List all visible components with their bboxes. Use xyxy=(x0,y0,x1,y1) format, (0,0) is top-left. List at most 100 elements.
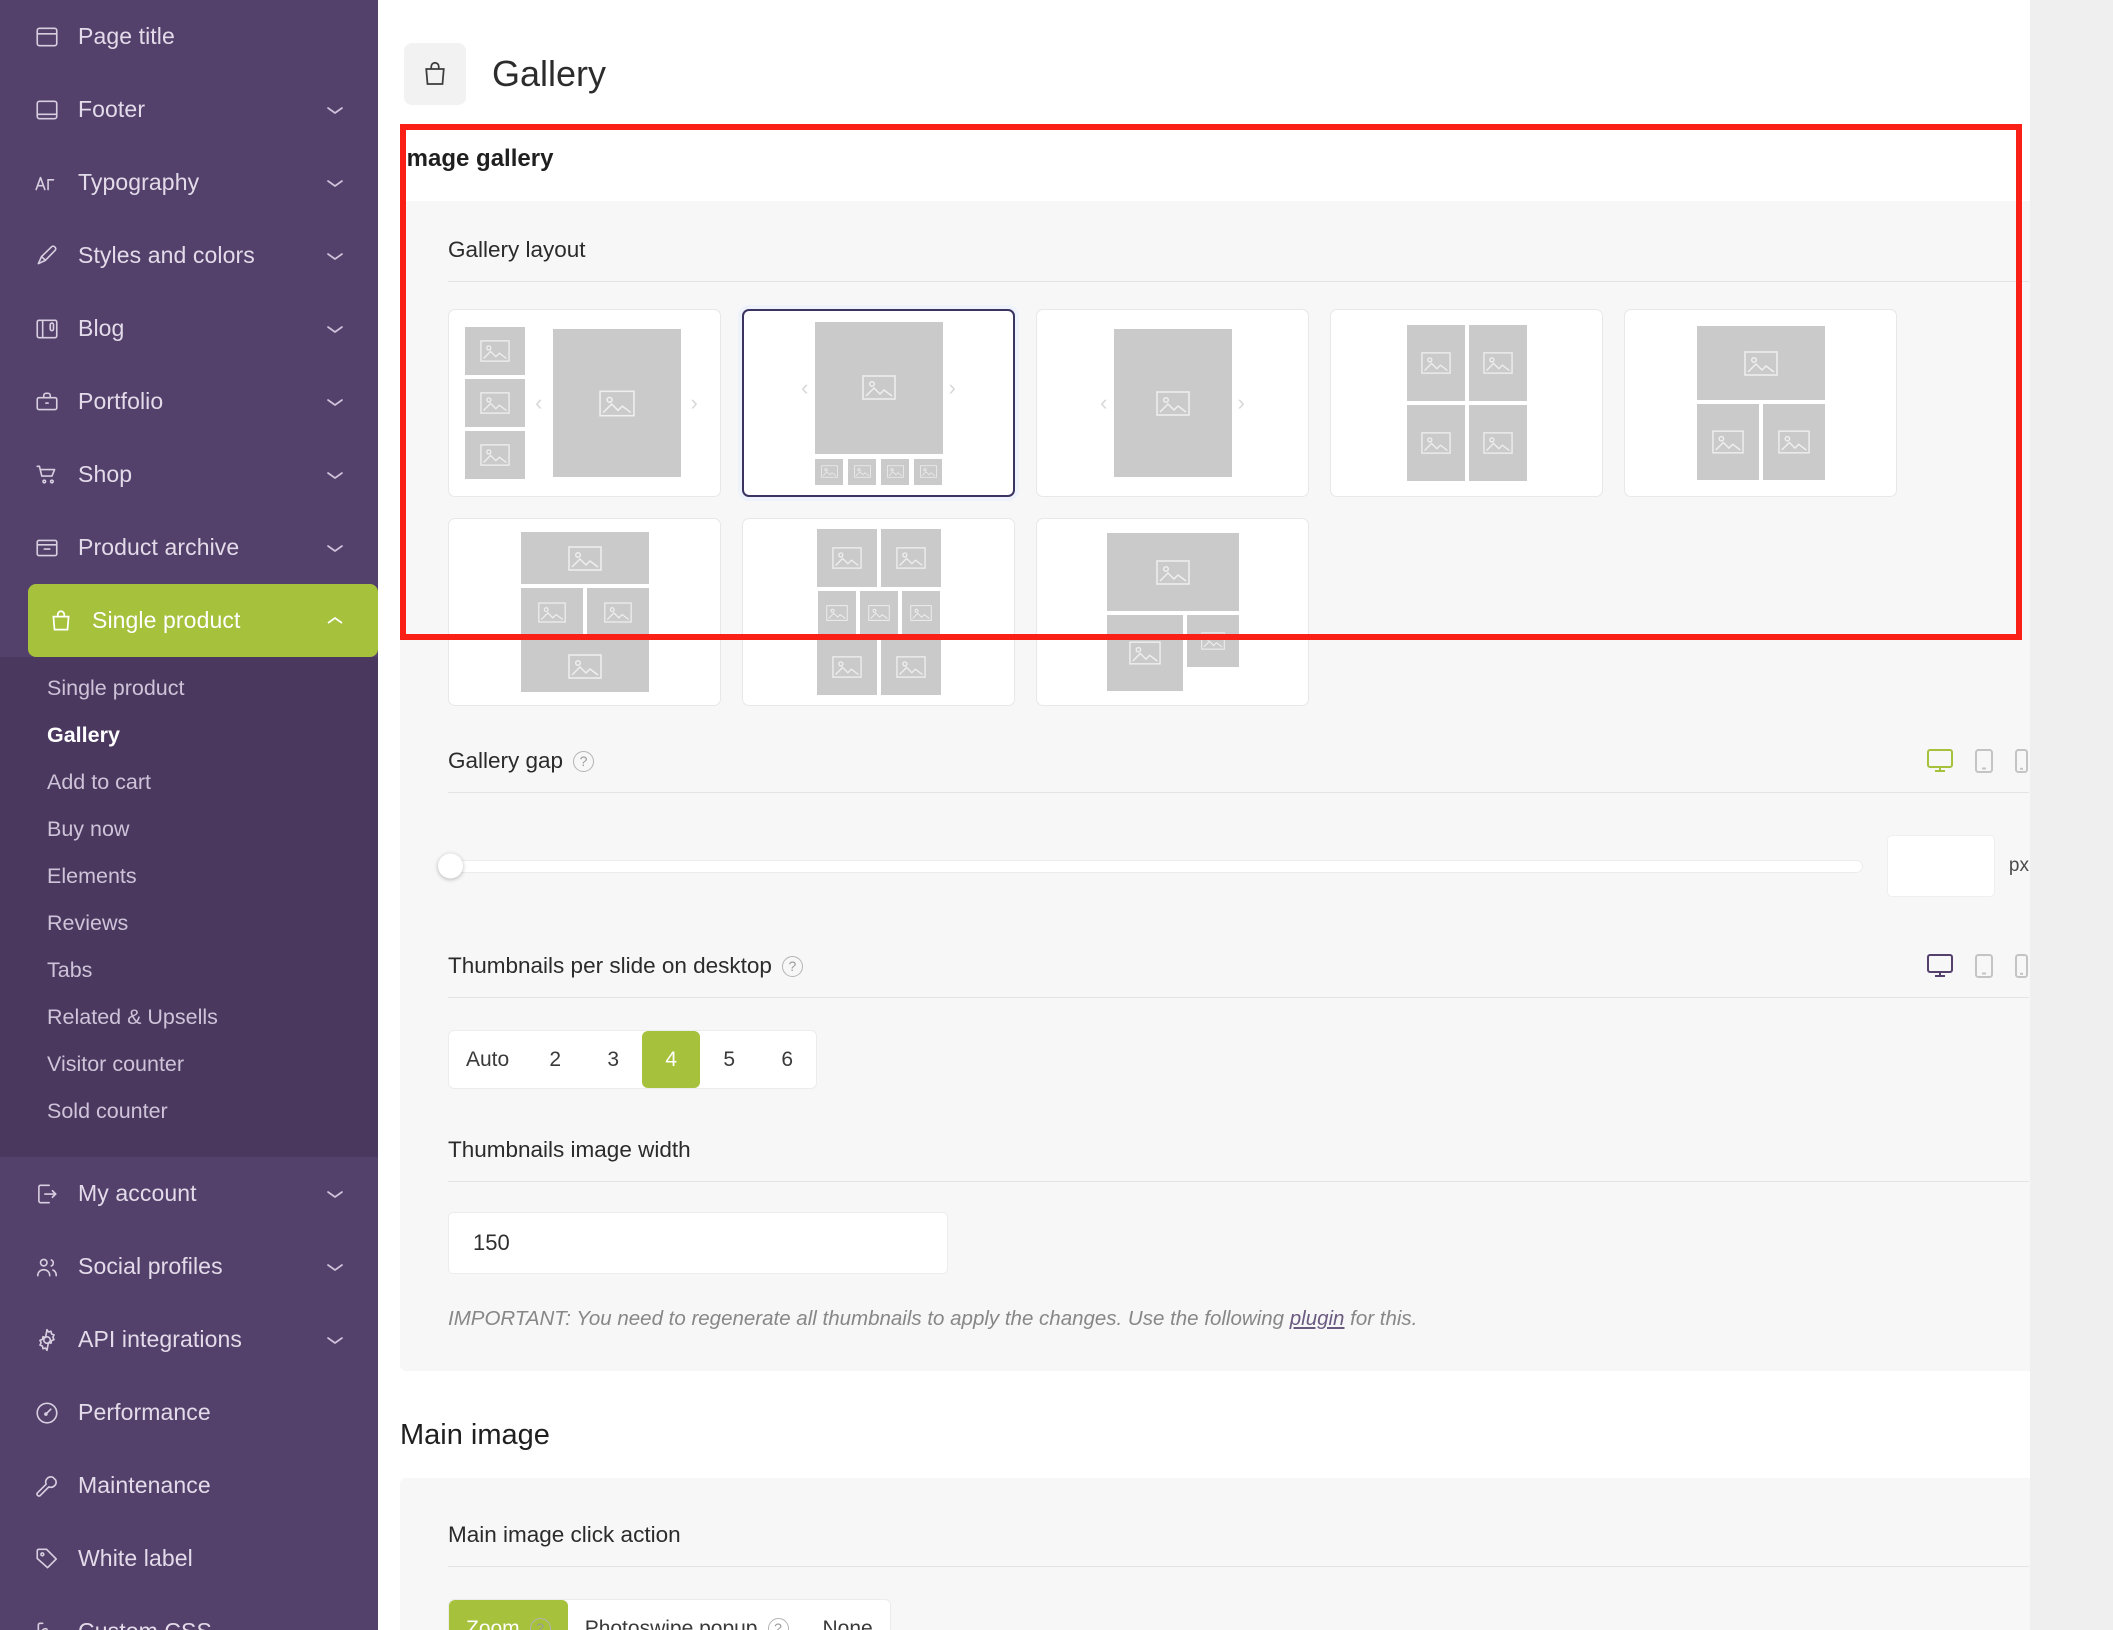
slider-handle[interactable] xyxy=(438,854,463,879)
tablet-icon[interactable] xyxy=(1974,953,1994,979)
sidebar-item-my-account[interactable]: My account xyxy=(0,1157,378,1230)
mobile-icon[interactable] xyxy=(2014,748,2029,774)
thumbnails-per-slide-text: Thumbnails per slide on desktop xyxy=(448,953,772,979)
sidebar-item-white-label[interactable]: White label xyxy=(0,1522,378,1595)
note-text-after: for this. xyxy=(1344,1307,1417,1330)
sidebar-subitem-gallery[interactable]: Gallery xyxy=(0,712,378,759)
layout-thumb-image xyxy=(881,529,941,587)
chevron-down-icon[interactable] xyxy=(325,1188,345,1200)
sidebar-subitem-sold-counter[interactable]: Sold counter xyxy=(0,1088,378,1135)
image-gallery-card: Gallery layout ‹›‹›‹› Gallery gap ? px xyxy=(400,201,2077,1371)
chevron-down-icon[interactable] xyxy=(325,177,345,189)
plugin-link[interactable]: plugin xyxy=(1290,1307,1345,1330)
sidebar-subitem-label: Single product xyxy=(47,676,184,701)
brush-icon xyxy=(34,243,64,269)
help-icon[interactable]: ? xyxy=(530,1618,551,1630)
chevron-down-icon[interactable] xyxy=(325,469,345,481)
tablet-icon[interactable] xyxy=(1974,748,1994,774)
gallery-gap-slider[interactable] xyxy=(448,860,1863,873)
main-image-click-action-label: Main image click action xyxy=(448,1522,681,1548)
sidebar-item-product-archive[interactable]: Product archive xyxy=(0,511,378,584)
help-icon[interactable]: ? xyxy=(768,1618,789,1630)
main-image-click-action-option-photoswipe-popup[interactable]: Photoswipe popup? xyxy=(568,1600,806,1630)
layout-thumb-image xyxy=(1763,404,1825,480)
layout-thumb-image xyxy=(1107,533,1239,611)
sidebar-item-footer[interactable]: Footer xyxy=(0,73,378,146)
sidebar-item-blog[interactable]: Blog xyxy=(0,292,378,365)
gallery-layout-option-thumbnails-left-vertical[interactable]: ‹› xyxy=(448,309,721,497)
chevron-down-icon[interactable] xyxy=(325,396,345,408)
sidebar-subitem-reviews[interactable]: Reviews xyxy=(0,900,378,947)
sidebar-subitem-single-product[interactable]: Single product xyxy=(0,665,378,712)
chevron-down-icon[interactable] xyxy=(325,250,345,262)
sidebar-item-performance[interactable]: Performance xyxy=(0,1376,378,1449)
thumbnails-per-slide-option-6[interactable]: 6 xyxy=(758,1031,816,1088)
sidebar-subitem-label: Reviews xyxy=(47,911,128,936)
thumbnails-image-width-input[interactable]: 150 xyxy=(448,1212,948,1274)
sidebar-item-portfolio[interactable]: Portfolio xyxy=(0,365,378,438)
main-image-card: Main image click action Zoom?Photoswipe … xyxy=(400,1478,2077,1630)
help-icon[interactable]: ? xyxy=(573,751,594,772)
sidebar-item-shop[interactable]: Shop xyxy=(0,438,378,511)
gallery-layout-option-thumbnails-below-horizontal[interactable]: ‹› xyxy=(742,309,1015,497)
chevron-down-icon[interactable] xyxy=(325,104,345,116)
layout-thumb-image xyxy=(1187,615,1239,667)
chevron-down-icon[interactable] xyxy=(325,542,345,554)
gallery-layout-option-grid-two-by-two[interactable] xyxy=(1330,309,1603,497)
thumbnails-per-slide-option-auto[interactable]: Auto xyxy=(449,1031,526,1088)
sidebar-item-styles-and-colors[interactable]: Styles and colors xyxy=(0,219,378,292)
sidebar-item-label: Footer xyxy=(78,96,325,123)
main-image-click-action-option-none[interactable]: None xyxy=(806,1600,890,1630)
sidebar-subitem-label: Add to cart xyxy=(47,770,151,795)
sidebar-subitem-tabs[interactable]: Tabs xyxy=(0,947,378,994)
main-image-click-action-option-zoom[interactable]: Zoom? xyxy=(449,1600,568,1630)
wrench-icon xyxy=(34,1473,64,1499)
desktop-icon[interactable] xyxy=(1926,953,1954,979)
gallery-layout-option-wide-top-two-uneven[interactable] xyxy=(1036,518,1309,706)
sidebar-item-label: Performance xyxy=(78,1399,325,1426)
thumbnails-per-slide-option-4[interactable]: 4 xyxy=(642,1031,700,1088)
layout-thumb-image xyxy=(521,532,649,584)
gear-icon xyxy=(34,1327,64,1353)
gallery-layout-option-one-top-two-bottom[interactable] xyxy=(1624,309,1897,497)
sidebar-item-typography[interactable]: Typography xyxy=(0,146,378,219)
archive-icon xyxy=(34,535,64,561)
portfolio-icon xyxy=(34,389,64,415)
sidebar-item-page-title[interactable]: Page title xyxy=(0,0,378,73)
mobile-icon[interactable] xyxy=(2014,953,2029,979)
sidebar-subitem-label: Visitor counter xyxy=(47,1052,184,1077)
sidebar-subitem-related-upsells[interactable]: Related & Upsells xyxy=(0,994,378,1041)
thumbnails-per-slide-option-5[interactable]: 5 xyxy=(700,1031,758,1088)
segment-label: Zoom xyxy=(466,1617,520,1630)
sidebar-item-api-integrations[interactable]: API integrations xyxy=(0,1303,378,1376)
help-icon[interactable]: ? xyxy=(782,956,803,977)
prev-arrow-icon: ‹ xyxy=(1094,392,1113,414)
gallery-gap-text: Gallery gap xyxy=(448,748,563,774)
sidebar-subitem-visitor-counter[interactable]: Visitor counter xyxy=(0,1041,378,1088)
gallery-layout-option-stacked-wide-split[interactable] xyxy=(448,518,721,706)
thumbnails-per-slide-option-2[interactable]: 2 xyxy=(526,1031,584,1088)
desktop-icon[interactable] xyxy=(1926,748,1954,774)
layout-thumb-image xyxy=(817,639,877,695)
sidebar-group-single-product[interactable]: Single product xyxy=(28,584,378,657)
sidebar-item-social-profiles[interactable]: Social profiles xyxy=(0,1230,378,1303)
chevron-down-icon[interactable] xyxy=(325,1261,345,1273)
sidebar-subitem-elements[interactable]: Elements xyxy=(0,853,378,900)
chevron-down-icon[interactable] xyxy=(325,323,345,335)
thumbnails-per-slide-option-3[interactable]: 3 xyxy=(584,1031,642,1088)
chevron-down-icon[interactable] xyxy=(325,1334,345,1346)
sidebar-subitem-buy-now[interactable]: Buy now xyxy=(0,806,378,853)
gallery-layout-option-masonry-mixed[interactable] xyxy=(742,518,1015,706)
gallery-layout-option-single-slider[interactable]: ‹› xyxy=(1036,309,1309,497)
users-icon xyxy=(34,1254,64,1280)
app-root: Page title Footer TypographyStyles and col… xyxy=(0,0,2113,1630)
main-image-section-title: Main image xyxy=(378,1371,2113,1452)
sidebar-item-maintenance[interactable]: Maintenance xyxy=(0,1449,378,1522)
segment-label: 5 xyxy=(723,1048,735,1072)
sidebar-item-custom-css[interactable]: Custom CSS xyxy=(0,1595,378,1630)
prev-arrow-icon: ‹ xyxy=(795,377,814,399)
page-header: Gallery xyxy=(378,0,2113,120)
layout-thumb-image xyxy=(1697,326,1825,400)
gallery-gap-input[interactable] xyxy=(1887,835,1995,897)
sidebar-subitem-add-to-cart[interactable]: Add to cart xyxy=(0,759,378,806)
